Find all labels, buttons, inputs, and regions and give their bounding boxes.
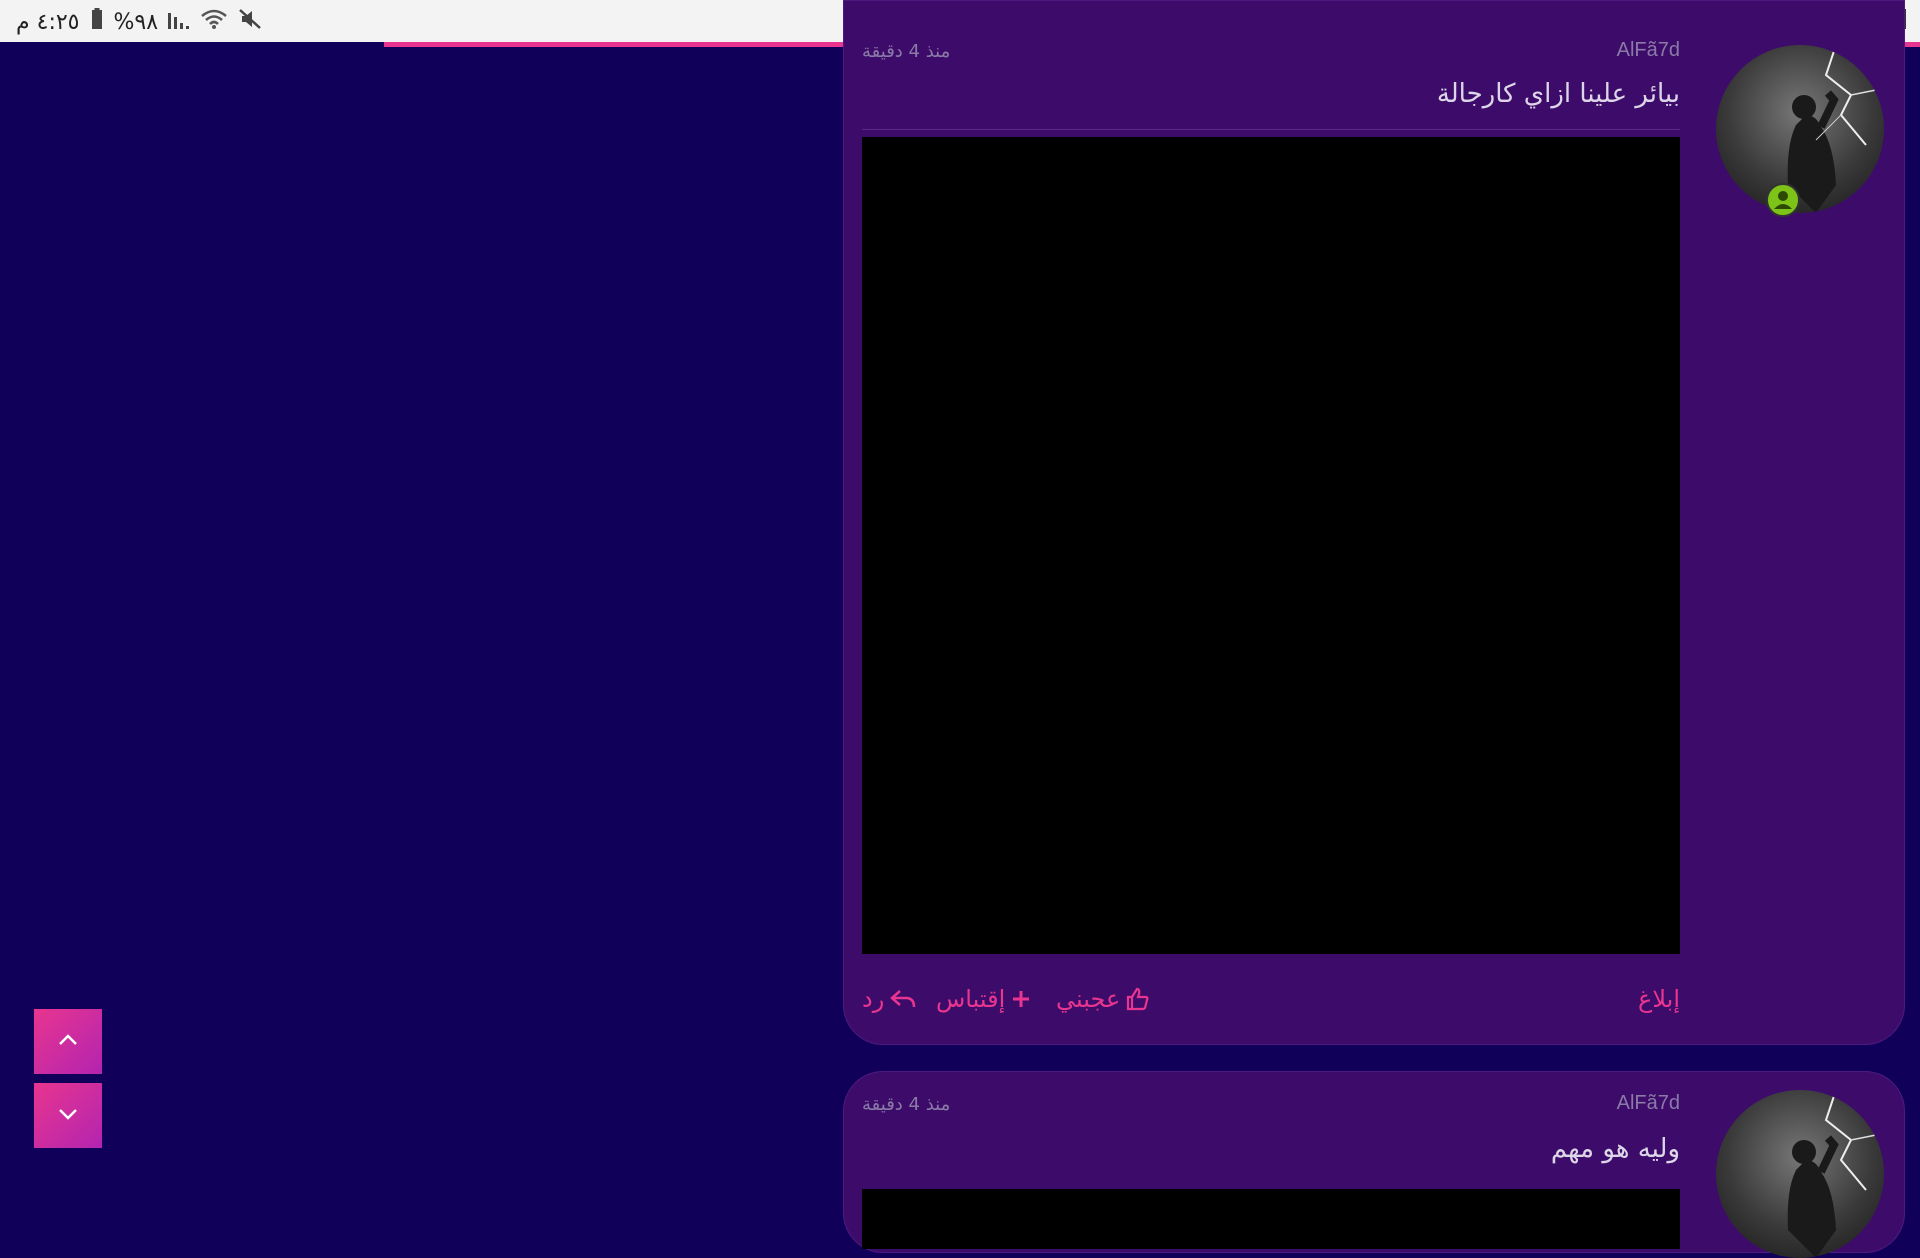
- like-button[interactable]: عجبني: [1056, 985, 1150, 1013]
- post-username[interactable]: AlFã7d: [1617, 39, 1680, 62]
- like-label: عجبني: [1056, 985, 1121, 1013]
- report-button[interactable]: إبلاغ: [1638, 985, 1680, 1013]
- report-label: إبلاغ: [1638, 985, 1680, 1013]
- scroll-bottom-button[interactable]: [34, 1083, 102, 1148]
- quote-button[interactable]: إقتباس: [936, 985, 1031, 1013]
- video-player[interactable]: [862, 137, 1680, 954]
- post-card: AlFã7d منذ 4 دقيقة وليه هو مهم: [843, 1071, 1905, 1258]
- avatar[interactable]: [1716, 1090, 1884, 1258]
- status-time: ٤:٢٥ م: [16, 9, 80, 35]
- quote-label: إقتباس: [936, 985, 1006, 1013]
- scroll-top-button[interactable]: [34, 1009, 102, 1074]
- post-divider: [862, 129, 1680, 130]
- reply-button[interactable]: رد: [862, 985, 916, 1013]
- online-status-icon: [1766, 183, 1800, 217]
- wifi-icon: [200, 8, 228, 36]
- post-timestamp: منذ 4 دقيقة: [862, 41, 951, 62]
- reply-icon: [890, 987, 916, 1011]
- mute-icon: [238, 8, 262, 36]
- post-actions: رد إقتباس عجبني إبلاغ: [862, 985, 1680, 1025]
- post-text: وليه هو مهم: [1550, 1134, 1680, 1164]
- post-timestamp: منذ 4 دقيقة: [862, 1094, 951, 1115]
- signal-icon: [168, 9, 190, 35]
- reply-label: رد: [862, 985, 885, 1013]
- thumbs-up-icon: [1126, 987, 1150, 1011]
- post-text: بيائر علينا ازاي كارجالة: [1436, 79, 1680, 109]
- status-left: ٤:٢٥ م %٩٨: [16, 8, 262, 36]
- battery-icon: [90, 8, 104, 36]
- chevron-up-icon: [57, 1032, 79, 1051]
- post-username[interactable]: AlFã7d: [1617, 1092, 1680, 1115]
- plus-icon: [1011, 989, 1031, 1009]
- avatar[interactable]: [1716, 45, 1884, 213]
- chevron-down-icon: [57, 1106, 79, 1125]
- post-card: AlFã7d منذ 4 دقيقة بيائر علينا ازاي كارج…: [843, 0, 1905, 1045]
- video-player[interactable]: [862, 1189, 1680, 1249]
- battery-percent: %٩٨: [113, 9, 159, 35]
